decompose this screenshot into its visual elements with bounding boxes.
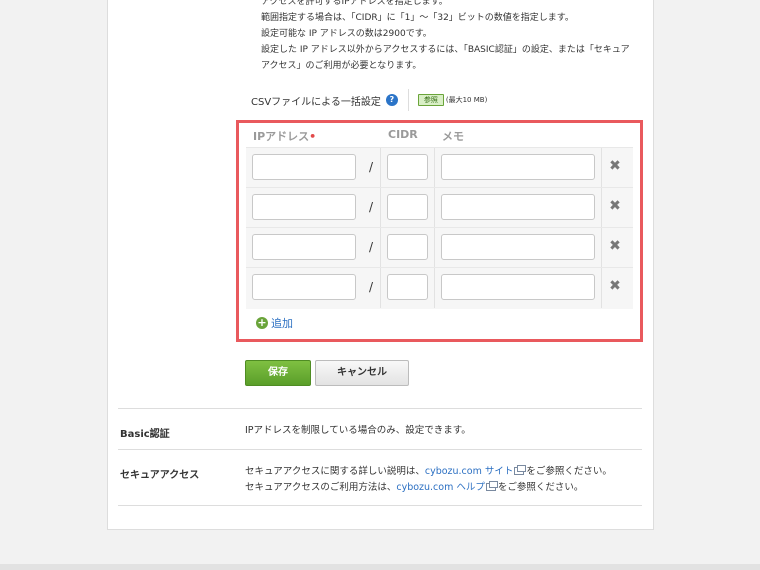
cidr-input[interactable] [387, 274, 428, 300]
cybozu-help-link[interactable]: cybozu.com ヘルプ [396, 482, 485, 493]
ip-address-input[interactable] [252, 234, 356, 260]
slash-separator: / [369, 240, 374, 254]
csv-import-label: CSVファイルによる一括設定 [251, 96, 381, 108]
save-button[interactable]: 保存 [245, 360, 311, 386]
secure-access-line-1: セキュアアクセスに関する詳しい説明は、cybozu.com サイト をご参照くださ… [245, 465, 612, 477]
cidr-input[interactable] [387, 194, 428, 220]
cidr-input[interactable] [387, 154, 428, 180]
help-icon[interactable]: ? [385, 94, 398, 106]
header-ip: IPアドレス• [253, 128, 316, 144]
table-row: / ✖ [246, 147, 633, 188]
header-memo: メモ [442, 130, 464, 143]
secure-access-label: セキュアアクセス [120, 470, 200, 481]
divider [118, 449, 642, 450]
delete-row-icon[interactable]: ✖ [608, 159, 622, 173]
memo-input[interactable] [441, 274, 595, 300]
divider [118, 505, 642, 506]
table-body: / ✖ / ✖ / ✖ / ✖ [246, 147, 633, 309]
ip-address-input[interactable] [252, 154, 356, 180]
cybozu-site-link[interactable]: cybozu.com サイト [425, 466, 514, 477]
cancel-button[interactable]: キャンセル [315, 360, 409, 386]
memo-input[interactable] [441, 154, 595, 180]
table-header: IPアドレス• CIDR メモ [239, 123, 640, 147]
description-line: 設定した IP アドレス以外からアクセスするには、「BASIC認証」の設定、また… [261, 45, 630, 55]
plus-circle-icon: + [256, 316, 268, 329]
table-row: / ✖ [246, 267, 633, 308]
memo-input[interactable] [441, 234, 595, 260]
secure-access-line-2: セキュアアクセスのご利用方法は、cybozu.com ヘルプ をご参照ください。 [245, 481, 584, 493]
add-row-link[interactable]: + 追加 [256, 315, 293, 331]
add-row-label: 追加 [271, 317, 293, 330]
ip-address-table: IPアドレス• CIDR メモ / ✖ / ✖ / ✖ / ✖ [236, 120, 643, 342]
description-line: 範囲指定する場合は、「CIDR」に「1」～「32」ビットの数値を指定します。 [261, 13, 574, 23]
header-cidr: CIDR [388, 128, 418, 141]
slash-separator: / [369, 200, 374, 214]
external-window-icon [485, 481, 498, 491]
required-mark: • [309, 130, 317, 143]
slash-separator: / [369, 160, 374, 174]
delete-row-icon[interactable]: ✖ [608, 239, 622, 253]
divider [118, 408, 642, 409]
basic-auth-text: IPアドレスを制限している場合のみ、設定できます。 [245, 425, 471, 436]
delete-row-icon[interactable]: ✖ [608, 199, 622, 213]
memo-input[interactable] [441, 194, 595, 220]
external-window-icon [514, 465, 527, 475]
description-line: アクセスを許可するIPアドレスを指定します。 [261, 0, 448, 7]
description-line: 設定可能な IP アドレスの数は2900です。 [261, 29, 432, 39]
description-line: アクセス」のご利用が必要となります。 [261, 61, 422, 71]
table-row: / ✖ [246, 187, 633, 228]
secure-access-text: セキュアアクセスに関する詳しい説明は、cybozu.com サイト をご参照くださ… [245, 464, 612, 496]
cidr-input[interactable] [387, 234, 428, 260]
delete-row-icon[interactable]: ✖ [608, 279, 622, 293]
browse-button[interactable]: 参照 [417, 94, 444, 106]
table-row: / ✖ [246, 227, 633, 268]
slash-separator: / [369, 280, 374, 294]
divider [407, 89, 409, 111]
bottom-bar [0, 564, 760, 570]
basic-auth-label: Basic認証 [120, 429, 170, 440]
ip-address-input[interactable] [252, 194, 356, 220]
ip-description: アクセスを許可するIPアドレスを指定します。 範囲指定する場合は、「CIDR」に… [261, 0, 630, 74]
ip-address-input[interactable] [252, 274, 356, 300]
header-ip-label: IPアドレス [253, 130, 310, 143]
csv-import-row: CSVファイルによる一括設定 ? 参照 (最大10 MB) [251, 89, 488, 111]
max-size-note: (最大10 MB) [445, 96, 488, 104]
